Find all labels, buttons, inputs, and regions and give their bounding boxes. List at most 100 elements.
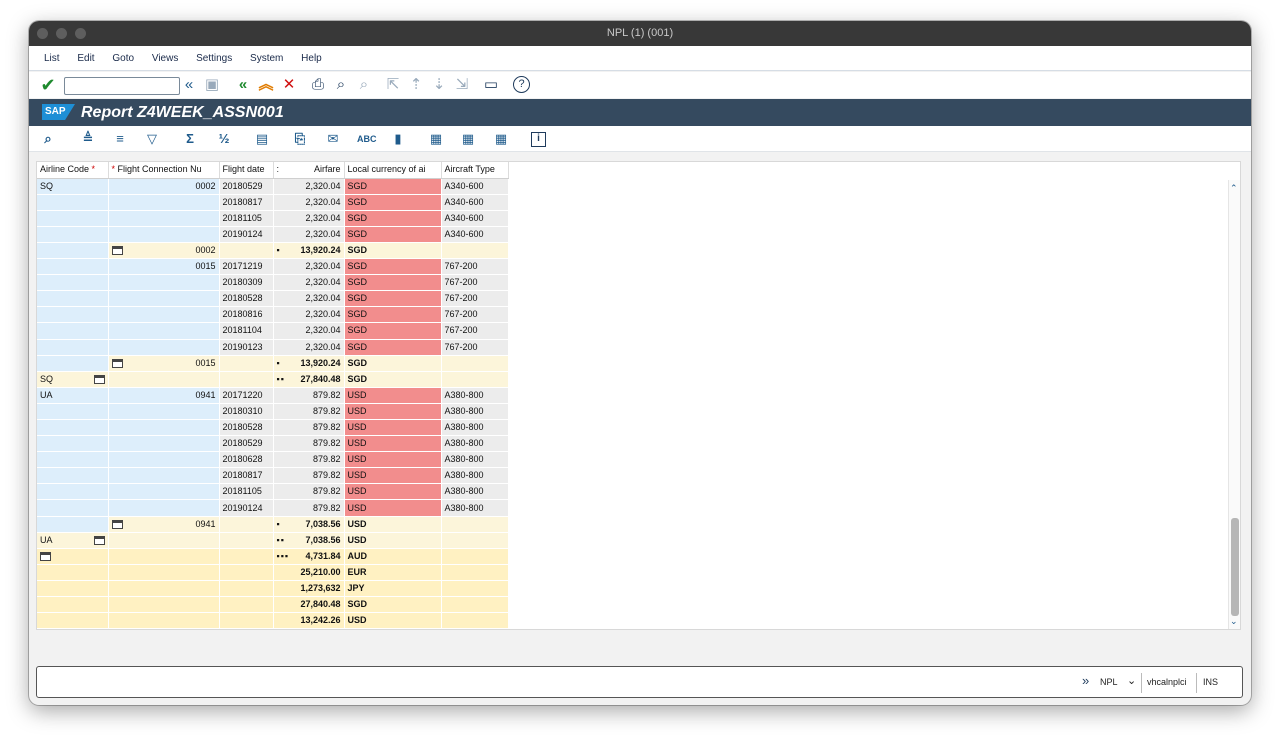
cell-currency[interactable]: USD <box>344 419 442 437</box>
subtotal-row[interactable]: 0002 ▪ 13,920.24 SGD <box>37 242 509 260</box>
cell-currency[interactable]: EUR <box>344 564 442 581</box>
cell-currency[interactable]: SGD <box>344 596 442 614</box>
column-header-airline-code[interactable]: Airline Code * <box>37 162 109 179</box>
cell-currency[interactable]: USD <box>344 435 442 453</box>
cell-currency[interactable]: AUD <box>344 548 442 565</box>
cell-currency[interactable]: USD <box>344 612 442 630</box>
cell-connection[interactable] <box>108 274 220 292</box>
cell-flight-date[interactable]: 20190123 <box>219 339 274 356</box>
subtotal-row[interactable]: 0015 ▪ 13,920.24 SGD <box>37 355 509 372</box>
cell-airfare-subtotal[interactable]: ▪ 7,038.56 <box>273 516 345 533</box>
scroll-up-icon[interactable]: ⌃ <box>1230 183 1238 193</box>
cell-airline-subtotal[interactable]: UA <box>37 532 109 549</box>
subtotal-icon[interactable] <box>93 374 105 384</box>
cell-airfare[interactable]: 2,320.04 <box>273 274 345 292</box>
status-expand-icon[interactable]: » <box>1082 673 1089 688</box>
subtotal-icon[interactable] <box>111 246 123 256</box>
cell-grand-total-label[interactable] <box>37 564 109 581</box>
cell-empty[interactable] <box>219 548 274 565</box>
cell-connection[interactable] <box>108 306 220 324</box>
grand-total-row[interactable]: 25,210.00 EUR <box>37 564 509 581</box>
cell-connection[interactable] <box>108 483 220 501</box>
table-row[interactable]: 20181105 2,320.04 SGD A340-600 <box>37 210 509 227</box>
info-icon[interactable]: i <box>531 132 546 147</box>
cell-airfare[interactable]: 2,320.04 <box>273 339 345 356</box>
subtotal-icon[interactable]: ½ <box>215 130 233 148</box>
column-header-local-currency[interactable]: Local currency of ai <box>344 162 442 179</box>
cell-airfare[interactable]: 2,320.04 <box>273 226 345 243</box>
cell-connection[interactable] <box>108 290 220 308</box>
cell-airline-code[interactable] <box>37 194 109 211</box>
cell-airfare[interactable]: 879.82 <box>273 435 345 453</box>
menu-system[interactable]: System <box>250 46 283 71</box>
cell-airline-code[interactable] <box>37 258 109 276</box>
cell-empty[interactable] <box>441 596 509 614</box>
new-session-icon[interactable]: ▭ <box>482 76 500 94</box>
column-header-flight-connection[interactable]: * Flight Connection Nu <box>108 162 220 179</box>
cell-empty[interactable] <box>441 612 509 630</box>
cell-empty[interactable] <box>441 564 509 581</box>
select-layout-icon[interactable]: ▦ <box>459 130 477 148</box>
cell-airfare[interactable]: 2,320.04 <box>273 258 345 276</box>
table-row[interactable]: 20181105 879.82 USD A380-800 <box>37 483 509 501</box>
cell-airfare-total[interactable]: ▪▪▪ 4,731.84 <box>273 548 345 565</box>
cell-empty[interactable] <box>219 371 274 388</box>
cell-airline-code[interactable] <box>37 403 109 421</box>
close-window-button[interactable] <box>37 28 48 39</box>
table-row[interactable]: UA 0941 20171220 879.82 USD A380-800 <box>37 387 509 404</box>
cell-flight-date[interactable]: 20180528 <box>219 419 274 437</box>
cell-empty[interactable] <box>441 355 509 372</box>
table-row[interactable]: 20180529 879.82 USD A380-800 <box>37 435 509 453</box>
cell-airfare-total[interactable]: 13,242.26 <box>273 612 345 630</box>
cell-currency[interactable]: USD <box>344 532 442 549</box>
cell-connection[interactable]: 0941 <box>108 387 220 404</box>
cell-grand-total-label[interactable] <box>37 612 109 630</box>
table-row[interactable]: 20180816 2,320.04 SGD 767-200 <box>37 306 509 324</box>
cell-airline-code[interactable] <box>37 435 109 453</box>
menu-list[interactable]: List <box>44 46 60 71</box>
cell-empty[interactable] <box>441 532 509 549</box>
cell-connection[interactable] <box>108 403 220 421</box>
table-row[interactable]: SQ 0002 20180529 2,320.04 SGD A340-600 <box>37 178 509 195</box>
command-history-icon[interactable]: « <box>180 76 198 94</box>
cell-currency[interactable]: SGD <box>344 258 442 276</box>
cell-aircraft-type[interactable]: A380-800 <box>441 499 509 517</box>
save-layout-icon[interactable]: ▦ <box>492 130 510 148</box>
sort-descending-icon[interactable]: ≡ <box>111 130 129 148</box>
scroll-down-icon[interactable]: ⌄ <box>1230 616 1238 626</box>
menu-views[interactable]: Views <box>152 46 179 71</box>
cell-airfare[interactable]: 2,320.04 <box>273 194 345 211</box>
cell-flight-date[interactable]: 20190124 <box>219 499 274 517</box>
menu-goto[interactable]: Goto <box>112 46 134 71</box>
cell-grand-total-label[interactable] <box>37 580 109 598</box>
cell-airfare[interactable]: 2,320.04 <box>273 178 345 195</box>
cell-airfare[interactable]: 879.82 <box>273 403 345 421</box>
cancel-icon[interactable]: ✕ <box>280 76 298 94</box>
cell-currency[interactable]: SGD <box>344 322 442 340</box>
cell-aircraft-type[interactable]: 767-200 <box>441 306 509 324</box>
grand-total-row[interactable]: 1,273,632 JPY <box>37 580 509 598</box>
cell-airfare-subtotal[interactable]: ▪ 13,920.24 <box>273 242 345 260</box>
cell-airfare[interactable]: 879.82 <box>273 419 345 437</box>
cell-airline-code[interactable] <box>37 210 109 227</box>
cell-empty[interactable] <box>441 580 509 598</box>
cell-airfare[interactable]: 2,320.04 <box>273 290 345 308</box>
cell-airline-code[interactable] <box>37 355 109 372</box>
column-header-flight-date[interactable]: Flight date <box>219 162 274 179</box>
minimize-window-button[interactable] <box>56 28 67 39</box>
cell-currency[interactable]: SGD <box>344 194 442 211</box>
table-row[interactable]: 20180528 2,320.04 SGD 767-200 <box>37 290 509 308</box>
cell-flight-date[interactable]: 20180309 <box>219 274 274 292</box>
details-icon[interactable]: ⌕ <box>39 130 57 148</box>
cell-airline-code[interactable] <box>37 339 109 356</box>
cell-empty[interactable] <box>219 516 274 533</box>
table-row[interactable]: 20180309 2,320.04 SGD 767-200 <box>37 274 509 292</box>
table-row[interactable]: 20180310 879.82 USD A380-800 <box>37 403 509 421</box>
table-row[interactable]: 20190123 2,320.04 SGD 767-200 <box>37 339 509 356</box>
total-icon[interactable] <box>40 551 51 561</box>
cell-airfare-subtotal[interactable]: ▪▪ 27,840.48 <box>273 371 345 388</box>
cell-empty[interactable] <box>219 612 274 630</box>
enter-check-icon[interactable]: ✔ <box>39 76 57 94</box>
menu-edit[interactable]: Edit <box>77 46 94 71</box>
cell-connection[interactable]: 0015 <box>108 258 220 276</box>
